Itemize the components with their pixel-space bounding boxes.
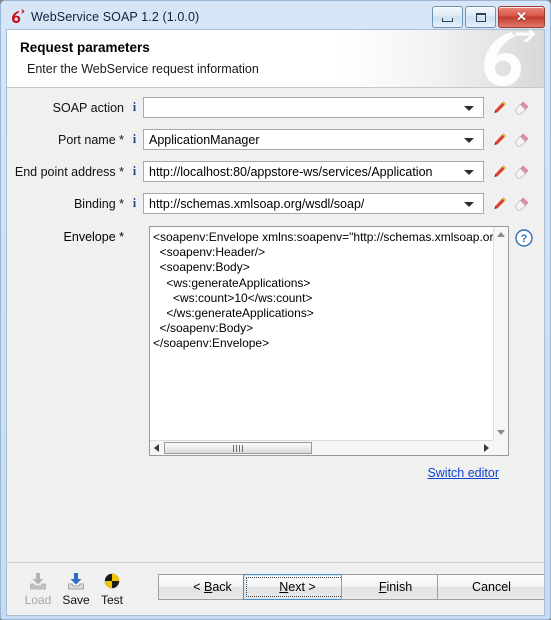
chevron-down-icon [464,170,474,175]
window-title: WebService SOAP 1.2 (1.0.0) [31,10,200,24]
request-parameters-form: SOAP action i Port name * i ApplicationM… [7,88,544,563]
watermark-logo-icon [474,30,536,87]
scroll-right-icon[interactable] [484,444,489,452]
endpoint-address-combo[interactable]: http://localhost:80/appstore-ws/services… [143,161,484,182]
save-tool-label: Save [62,593,90,607]
port-name-combo[interactable]: ApplicationManager [143,129,484,150]
scroll-left-icon[interactable] [154,444,159,452]
maximize-icon [475,12,486,22]
chevron-down-icon [464,138,474,143]
envelope-vertical-scrollbar[interactable] [493,227,508,440]
help-circle-icon[interactable]: ? [515,229,533,247]
envelope-horizontal-scrollbar[interactable] [150,440,493,455]
app-logo-icon [9,9,25,25]
eraser-icon[interactable] [513,99,531,117]
save-tool-button[interactable]: Save [57,570,95,607]
port-name-actions [491,131,531,149]
minimize-button[interactable] [432,6,463,28]
chevron-down-icon [464,106,474,111]
load-tool-label: Load [24,593,52,607]
pencil-icon[interactable] [491,195,509,213]
scrollbar-thumb[interactable] [164,442,312,454]
envelope-text[interactable]: <soapenv:Envelope xmlns:soapenv="http://… [150,227,493,440]
info-icon[interactable]: i [129,164,140,179]
info-icon[interactable]: i [129,100,140,115]
field-row-endpoint-address: End point address * i http://localhost:8… [7,160,544,183]
label-binding: Binding * [73,196,124,211]
maximize-button[interactable] [465,6,496,28]
back-button-label: < Back [193,580,232,594]
soap-action-combo[interactable] [143,97,484,118]
globe-test-icon [93,570,131,592]
load-tray-icon [19,570,57,592]
label-port-name: Port name * [57,132,124,147]
info-icon[interactable]: i [129,132,140,147]
label-endpoint-address: End point address * [14,164,124,179]
pencil-icon[interactable] [491,99,509,117]
switch-editor-link[interactable]: Switch editor [427,466,499,480]
page-title: Request parameters [20,40,150,55]
focus-outline [246,577,349,597]
binding-combo[interactable]: http://schemas.xmlsoap.org/wsdl/soap/ [143,193,484,214]
binding-actions [491,195,531,213]
soap-action-actions [491,99,531,117]
client-area: Request parameters Enter the WebService … [6,29,545,616]
window-controls: ✕ [432,6,545,28]
cancel-button-label: Cancel [472,580,511,594]
page-subtitle: Enter the WebService request information [27,62,259,76]
pencil-icon[interactable] [491,131,509,149]
field-row-port-name: Port name * i ApplicationManager [7,128,544,151]
field-row-soap-action: SOAP action i [7,96,544,119]
finish-button[interactable]: Finish [341,574,450,600]
test-tool-label: Test [100,593,123,607]
scroll-up-icon[interactable] [497,232,505,237]
title-bar: WebService SOAP 1.2 (1.0.0) ✕ [6,5,545,29]
close-button[interactable]: ✕ [498,6,545,28]
chevron-down-icon [464,202,474,207]
save-tray-icon [57,570,95,592]
endpoint-address-value: http://localhost:80/appstore-ws/services… [149,164,433,179]
eraser-icon[interactable] [513,195,531,213]
info-icon[interactable]: i [129,196,140,211]
eraser-icon[interactable] [513,131,531,149]
label-envelope: Envelope * [63,230,124,244]
svg-text:?: ? [521,233,528,245]
scroll-down-icon[interactable] [497,430,505,435]
load-tool-button[interactable]: Load [19,570,57,607]
port-name-value: ApplicationManager [149,132,260,147]
thumb-grip-icon [233,445,243,452]
test-tool-button[interactable]: Test [93,570,131,607]
bottom-bar: Load Save Test < Back Next > Finish Canc… [7,562,544,615]
application-window: WebService SOAP 1.2 (1.0.0) ✕ Request pa… [0,0,551,620]
scrollbar-corner [493,440,508,455]
envelope-editor[interactable]: <soapenv:Envelope xmlns:soapenv="http://… [149,226,509,456]
eraser-icon[interactable] [513,163,531,181]
label-soap-action: SOAP action [52,100,124,115]
minimize-icon [442,17,453,22]
field-row-binding: Binding * i http://schemas.xmlsoap.org/w… [7,192,544,215]
pencil-icon[interactable] [491,163,509,181]
binding-value: http://schemas.xmlsoap.org/wsdl/soap/ [149,196,365,211]
wizard-header: Request parameters Enter the WebService … [7,30,544,88]
finish-button-label: Finish [378,580,413,594]
endpoint-address-actions [491,163,531,181]
next-button[interactable]: Next > [243,574,352,600]
cancel-button[interactable]: Cancel [437,574,544,600]
